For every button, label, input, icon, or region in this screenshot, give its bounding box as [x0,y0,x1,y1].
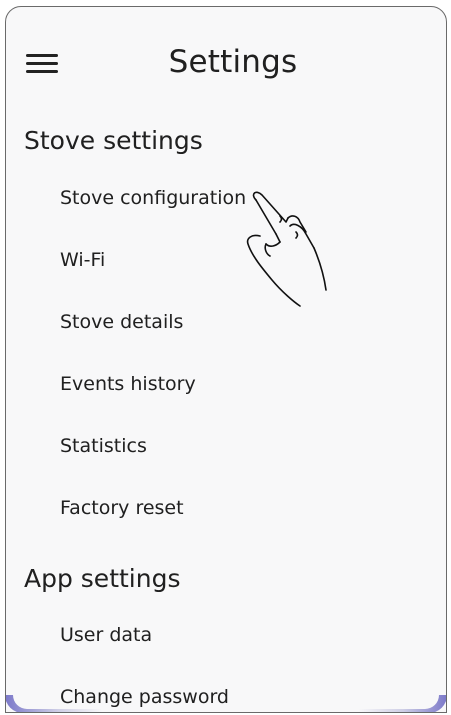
menu-item-stove-details[interactable]: Stove details [60,311,183,333]
menu-item-change-password[interactable]: Change password [60,686,229,708]
menu-item-factory-reset[interactable]: Factory reset [60,497,184,519]
menu-item-statistics[interactable]: Statistics [60,435,147,457]
top-app-bar: Settings [6,7,446,117]
settings-screen: Settings Stove settings Stove configurat… [5,6,447,713]
menu-item-events-history[interactable]: Events history [60,373,196,395]
menu-item-stove-configuration[interactable]: Stove configuration [60,187,246,209]
menu-item-user-data[interactable]: User data [60,624,152,646]
section-header-stove-settings: Stove settings [24,126,203,155]
section-header-app-settings: App settings [24,564,181,593]
menu-item-wifi[interactable]: Wi-Fi [60,249,105,271]
page-title: Settings [168,44,298,80]
